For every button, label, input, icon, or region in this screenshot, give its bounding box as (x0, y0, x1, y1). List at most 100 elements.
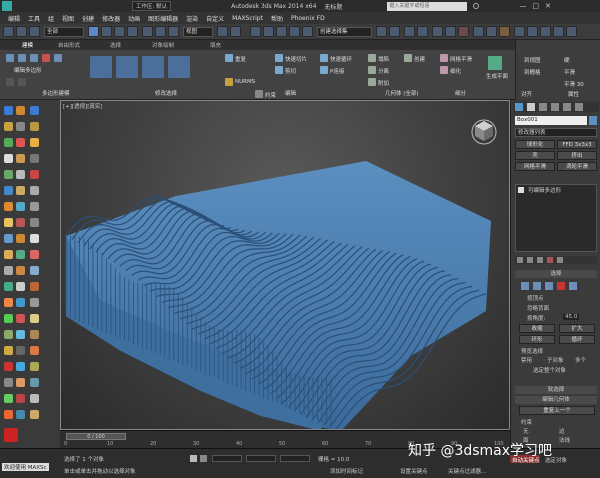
x-coord-field[interactable] (212, 455, 242, 462)
tool-icon-48[interactable] (30, 346, 39, 355)
object-name-field[interactable]: Box001 (515, 116, 587, 125)
toggle-icon[interactable] (18, 78, 26, 86)
link-icon[interactable] (29, 26, 40, 37)
tool-icon-28[interactable] (4, 250, 13, 259)
selection-filter-dropdown[interactable]: 全部 (44, 27, 84, 37)
rollout-selection[interactable]: 选择 (515, 270, 597, 278)
constraint-edge[interactable]: 边 (559, 427, 565, 435)
props-smooth30[interactable]: 平滑 30 (564, 80, 584, 88)
search-input[interactable]: 键入关键字或短语 (387, 1, 468, 11)
time-slider[interactable]: 0 / 100 (66, 433, 126, 440)
tool-icon-31[interactable] (4, 266, 13, 275)
menu-tools[interactable]: 工具 (28, 14, 40, 23)
edit-cut[interactable]: 剪切 (285, 67, 296, 75)
attach-icon[interactable] (368, 78, 376, 86)
utilities-tab-icon[interactable] (575, 103, 583, 111)
tessellate-icon[interactable] (440, 66, 448, 74)
opt-by-vertex[interactable]: 按顶点 (527, 294, 544, 302)
align-to-view[interactable]: 到视图 (524, 56, 541, 64)
tool-icon-41[interactable] (16, 314, 25, 323)
stack-expand-icon[interactable] (518, 187, 524, 193)
edit-constraint[interactable]: 约束 (265, 91, 276, 99)
edit-pconnect[interactable]: P连接 (330, 67, 344, 75)
select-icon[interactable] (88, 26, 99, 37)
tool-icon-57[interactable] (30, 394, 39, 403)
modifier-list-dropdown[interactable]: 修改器列表 (515, 128, 597, 137)
menu-phoenix[interactable]: Phoenix FD (291, 15, 325, 22)
tool-icon-37[interactable] (4, 298, 13, 307)
sub-tessellate[interactable]: 细化 (450, 67, 461, 75)
meshsmooth-icon[interactable] (440, 54, 448, 62)
hierarchy-tab-icon[interactable] (539, 103, 547, 111)
relax-icon[interactable] (368, 54, 376, 62)
tool-icon-43[interactable] (4, 330, 13, 339)
element-icon[interactable] (54, 54, 62, 62)
percent-snap-icon[interactable] (276, 26, 287, 37)
align-to-grid[interactable]: 到栅格 (524, 68, 541, 76)
tool-icon-51[interactable] (30, 362, 39, 371)
edge-icon[interactable] (18, 54, 26, 62)
tab-freeform[interactable]: 自由形式 (58, 41, 80, 49)
pivot-icon[interactable] (217, 26, 228, 37)
ring-icon[interactable] (168, 56, 190, 78)
render-frame-icon[interactable] (486, 26, 497, 37)
tool-icon-42[interactable] (30, 314, 39, 323)
menu-help[interactable]: 帮助 (271, 14, 283, 23)
tool-icon-14[interactable] (16, 170, 25, 179)
constraint-none[interactable]: 无 (523, 427, 529, 435)
tool-icon-55[interactable] (4, 394, 13, 403)
tool-icon-11[interactable] (16, 154, 25, 163)
group-modify-selection[interactable]: 修改选择 (155, 89, 177, 97)
tool-icon-13[interactable] (4, 170, 13, 179)
tool-icon-47[interactable] (16, 346, 25, 355)
btn-turbosmooth[interactable]: 涡轮平滑 (557, 162, 597, 171)
undo-icon[interactable] (3, 26, 14, 37)
phoenix-icon-1[interactable] (514, 26, 525, 37)
tool-icon-22[interactable] (4, 218, 13, 227)
btn-grow[interactable]: 扩大 (559, 324, 595, 333)
geom-detach[interactable]: 分离 (378, 67, 389, 75)
record-icon[interactable] (4, 428, 18, 442)
opt-by-angle[interactable]: 按角度: (527, 314, 545, 322)
lock-selection-icon[interactable] (190, 455, 197, 462)
phoenix-icon-4[interactable] (553, 26, 564, 37)
sel-edge-icon[interactable] (533, 282, 541, 290)
tool-icon-1[interactable] (4, 106, 13, 115)
tool-icon-9[interactable] (30, 138, 39, 147)
tool-icon-58[interactable] (4, 410, 13, 419)
tool-icon-19[interactable] (4, 202, 13, 211)
wave-sculpture-model[interactable] (61, 101, 510, 430)
tool-icon-29[interactable] (16, 250, 25, 259)
menu-customize[interactable]: 自定义 (206, 14, 224, 23)
workspace-dropdown[interactable]: 工作区: 默认 (132, 1, 172, 11)
tool-icon-10[interactable] (4, 154, 13, 163)
btn-shrink[interactable]: 收缩 (519, 324, 555, 333)
btn-shell[interactable]: 壳 (515, 151, 555, 160)
tool-icon-20[interactable] (16, 202, 25, 211)
tool-icon-16[interactable] (4, 186, 13, 195)
group-poly-modeling[interactable]: 多边形建模 (42, 89, 70, 97)
tool-icon-40[interactable] (4, 314, 13, 323)
tool-icon-56[interactable] (16, 394, 25, 403)
tool-icon-15[interactable] (30, 170, 39, 179)
abs-mode-icon[interactable] (200, 455, 207, 462)
menu-create[interactable]: 创建 (82, 14, 94, 23)
tool-icon-6[interactable] (30, 122, 39, 131)
menu-view[interactable]: 视图 (62, 14, 74, 23)
tab-modeling[interactable]: 建模 (22, 41, 33, 49)
create-tab-icon[interactable] (515, 103, 523, 111)
render-setup-icon[interactable] (473, 26, 484, 37)
cut-icon[interactable] (275, 66, 283, 74)
quickslice-icon[interactable] (275, 54, 283, 62)
phoenix-icon-5[interactable] (566, 26, 577, 37)
tool-icon-21[interactable] (30, 202, 39, 211)
group-edit[interactable]: 编辑 (285, 89, 296, 97)
configure-sets-icon[interactable] (557, 257, 563, 263)
tool-icon-26[interactable] (16, 234, 25, 243)
preview-multi[interactable]: 多个 (575, 356, 586, 364)
tool-icon-2[interactable] (16, 106, 25, 115)
scale-icon[interactable] (168, 26, 179, 37)
edit-quickslice[interactable]: 快速切片 (285, 55, 307, 63)
tool-icon-24[interactable] (30, 218, 39, 227)
tool-icon-39[interactable] (30, 298, 39, 307)
